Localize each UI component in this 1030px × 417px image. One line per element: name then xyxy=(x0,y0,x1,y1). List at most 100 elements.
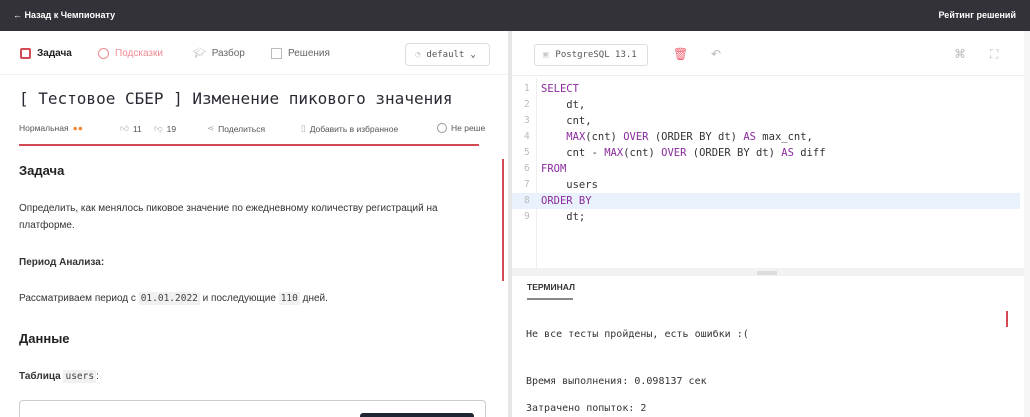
dislike-button[interactable]: 👎︎ 19 xyxy=(154,123,176,134)
task-tabs: Задача Подсказки 🎓︎ Разбор Решения ◔ def… xyxy=(0,31,508,75)
code-token: (ORDER BY dt) xyxy=(686,147,782,159)
resize-handle[interactable] xyxy=(757,271,777,275)
back-to-championship-link[interactable]: ← Назад к Чемпионату xyxy=(13,10,115,20)
code-line[interactable]: 5 cnt - MAX(cnt) OVER (ORDER BY dt) AS d… xyxy=(512,145,1020,161)
code-text: ORDER BY xyxy=(541,193,592,209)
thumbs-down-icon: 👎︎ xyxy=(154,123,163,133)
code-line[interactable]: 3 cnt, xyxy=(512,113,1020,129)
task-panel: Задача Подсказки 🎓︎ Разбор Решения ◔ def… xyxy=(0,31,508,417)
tab-review[interactable]: 🎓︎ Разбор xyxy=(193,48,245,59)
section-heading-task: Задача xyxy=(19,163,65,178)
share-label: Поделиться xyxy=(218,123,266,134)
thumbs-up-icon: 👍︎ xyxy=(120,123,129,133)
line-number: 9 xyxy=(524,211,530,222)
solutions-rating-link[interactable]: Рейтинг решений xyxy=(939,10,1016,20)
code-token: diff xyxy=(793,147,826,159)
tab-hints[interactable]: Подсказки xyxy=(98,48,163,59)
task-text: Определить, как менялось пиковое значени… xyxy=(19,203,438,231)
info-icon xyxy=(98,48,109,59)
tab-underline xyxy=(527,298,573,300)
terminal-scrollbar[interactable] xyxy=(1006,311,1008,327)
fullscreen-icon[interactable]: ⛶ xyxy=(990,47,998,61)
code-text: FROM xyxy=(541,161,566,177)
undo-icon[interactable]: ↶ xyxy=(711,47,721,61)
terminal-message: Не все тесты пройдены, есть ошибки :( xyxy=(526,329,749,340)
code-token: cnt - xyxy=(541,147,605,159)
engine-select[interactable]: ▣ PostgreSQL 13.1 xyxy=(534,44,648,66)
command-icon[interactable]: ⌘ xyxy=(954,47,966,61)
line-number: 3 xyxy=(524,115,530,126)
tab-terminal[interactable]: ТЕРМИНАЛ xyxy=(527,282,575,292)
code-text: users xyxy=(541,177,598,193)
code-line[interactable]: 2 dt, xyxy=(512,97,1020,113)
content-scrollbar[interactable] xyxy=(502,159,504,281)
line-number: 2 xyxy=(524,99,530,110)
graduation-cap-icon: 🎓︎ xyxy=(193,48,206,59)
likes-count: 11 xyxy=(132,123,142,134)
code-text: dt, xyxy=(541,97,585,113)
code-token: OVER xyxy=(661,147,687,159)
line-number: 8 xyxy=(524,195,530,206)
line-number: 5 xyxy=(524,147,530,158)
chevron-down-icon: ⌄ xyxy=(470,49,476,60)
code-text: dt; xyxy=(541,209,585,225)
code-token: FROM xyxy=(541,163,567,175)
difficulty-label: Нормальная xyxy=(19,123,69,133)
tab-label: Решения xyxy=(288,48,330,59)
like-button[interactable]: 👍︎ 11 xyxy=(120,123,142,134)
document-icon xyxy=(20,48,31,59)
code-line[interactable]: 4 MAX(cnt) OVER (ORDER BY dt) AS max_cnt… xyxy=(512,129,1020,145)
code-line[interactable]: 9 dt; xyxy=(512,209,1020,225)
editor-toolbar: ▣ PostgreSQL 13.1 🗑︎ ↶ ⌘ ⛶ xyxy=(512,31,1030,76)
code-token: (ORDER BY dt) xyxy=(648,131,744,143)
code-token: dt; xyxy=(541,211,586,223)
period-days: 110 xyxy=(278,292,300,305)
code-token: ORDER BY xyxy=(541,195,592,207)
code-line[interactable]: 1 SELECT xyxy=(512,81,1020,97)
theme-select[interactable]: ◔ default ⌄ xyxy=(405,43,490,66)
code-token: (cnt) xyxy=(585,131,624,143)
circle-icon xyxy=(437,123,447,133)
palette-icon: ◔ xyxy=(415,49,421,60)
dislikes-count: 19 xyxy=(166,123,177,134)
code-token: OVER xyxy=(623,131,649,143)
code-token: SELECT xyxy=(541,83,579,95)
bookmark-icon: ▯ xyxy=(301,123,306,133)
code-line[interactable]: 8 ORDER BY xyxy=(512,193,1020,209)
status-label: Не реше xyxy=(451,123,486,133)
table-action-button[interactable] xyxy=(360,413,474,417)
line-number: 4 xyxy=(524,131,530,142)
code-token: AS xyxy=(781,147,794,159)
difficulty: Нормальная ●● xyxy=(19,123,83,133)
code-token: (cnt) xyxy=(623,147,662,159)
table-caption: Таблица users: xyxy=(19,370,99,383)
code-text: SELECT xyxy=(541,81,579,97)
editor-scrollbar[interactable] xyxy=(1024,31,1030,417)
tab-label: Подсказки xyxy=(115,48,163,59)
code-token: dt, xyxy=(541,99,586,111)
code-text: cnt, xyxy=(541,113,591,129)
code-editor[interactable]: 1 SELECT 2 dt, 3 cnt, 4 MAX(cnt) OVER (ORDER… xyxy=(512,78,1020,268)
engine-label: PostgreSQL 13.1 xyxy=(555,50,637,60)
share-button[interactable]: ⋖ Поделиться xyxy=(207,123,265,134)
period-label: Период Анализа: xyxy=(19,257,105,268)
tab-solutions[interactable]: Решения xyxy=(271,48,330,59)
code-line[interactable]: 7 users xyxy=(512,177,1020,193)
line-number: 7 xyxy=(524,179,530,190)
code-line[interactable]: 6 FROM xyxy=(512,161,1020,177)
trash-icon[interactable]: 🗑︎ xyxy=(673,47,688,61)
code-token: users xyxy=(541,179,598,191)
status-toggle[interactable]: Не реше xyxy=(437,123,485,133)
execution-time: Время выполнения: 0.098137 сек xyxy=(526,376,707,387)
attempts-count: Затрачено попыток: 2 xyxy=(526,403,647,414)
code-text: cnt - MAX(cnt) OVER (ORDER BY dt) AS dif… xyxy=(541,145,826,161)
theme-value: default xyxy=(426,49,465,60)
terminal-icon: ▣ xyxy=(543,50,549,60)
code-text: MAX(cnt) OVER (ORDER BY dt) AS max_cnt, xyxy=(541,129,813,145)
favorite-button[interactable]: ▯ Добавить в избранное xyxy=(301,123,398,134)
tab-task[interactable]: Задача xyxy=(20,48,72,59)
editor-panel: ▣ PostgreSQL 13.1 🗑︎ ↶ ⌘ ⛶ 1 SELECT 2 dt, 3 … xyxy=(512,31,1030,417)
tab-label: Разбор xyxy=(211,48,245,59)
share-icon: ⋖ xyxy=(207,123,215,133)
